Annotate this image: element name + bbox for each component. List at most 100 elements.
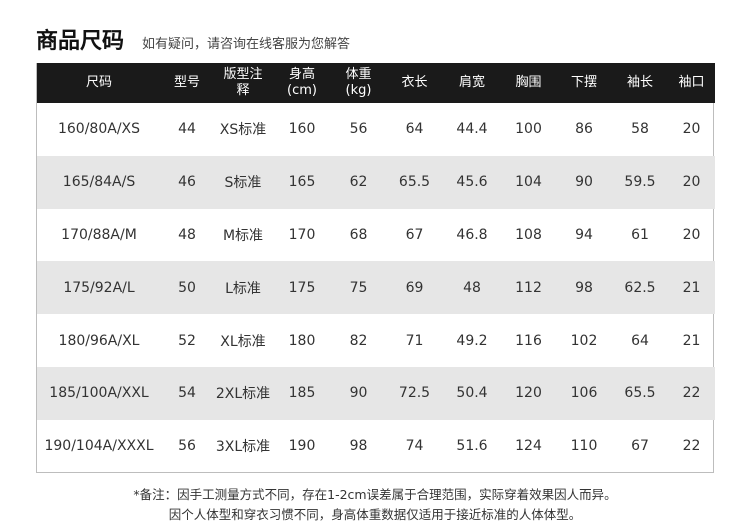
table-cell: 50 xyxy=(178,279,196,296)
table-cell: 69 xyxy=(405,279,424,296)
column-header-label: 尺码 xyxy=(85,75,112,90)
footnote-line-2: 因个人体型和穿衣习惯不同，身高体重数据仅适用于接近标准的人体体型。 xyxy=(168,507,582,522)
table-cell: 82 xyxy=(349,332,368,349)
table-cell: 22 xyxy=(682,385,701,402)
column-header-label-line2: 释 xyxy=(236,83,250,98)
table-cell: 94 xyxy=(575,226,593,243)
table-cell: 58 xyxy=(631,121,649,138)
footnote-line-1: *备注：因手工测量方式不同，存在1-2cm误差属于合理范围，实际穿着效果因人而异… xyxy=(133,487,617,502)
column-header-label-line2: (cm) xyxy=(287,83,317,98)
table-cell: 50.4 xyxy=(456,385,488,402)
table-cell: XL标准 xyxy=(220,333,266,350)
table-cell: S标准 xyxy=(224,175,262,192)
page-header: 商品尺码 如有疑问，请咨询在线客服为您解答 xyxy=(36,24,350,56)
table-cell: 46.8 xyxy=(456,226,488,243)
column-header-label: 版型注 xyxy=(223,67,263,82)
table-cell: 54 xyxy=(178,385,196,402)
table-row: 160/80A/XS 44 XS标准 160 56 64 44.4 100 86 58 20 xyxy=(37,103,715,156)
table-cell: 90 xyxy=(349,385,368,402)
column-header-label: 衣长 xyxy=(401,75,428,90)
table-cell: 124 xyxy=(515,438,542,455)
table-cell: 90 xyxy=(575,174,593,191)
column-header: 体重 (kg) xyxy=(331,63,386,103)
table-cell: 180 xyxy=(288,332,316,349)
column-header: 版型注释 xyxy=(213,63,273,103)
column-header: 袖长 xyxy=(612,63,668,103)
table-cell: 62 xyxy=(349,174,368,191)
table-cell: 190/104A/XXXL xyxy=(44,438,154,455)
table-cell: 68 xyxy=(349,226,368,243)
column-header-label: 体重 xyxy=(345,67,372,82)
table-cell: 86 xyxy=(575,121,593,138)
table-cell: 180/96A/XL xyxy=(58,332,140,349)
table-cell: 22 xyxy=(682,438,701,455)
table-cell: 100 xyxy=(515,121,542,138)
table-cell: 21 xyxy=(682,279,701,296)
table-cell: 44.4 xyxy=(456,121,488,138)
table-cell: 185/100A/XXL xyxy=(49,385,149,402)
table-cell: 56 xyxy=(178,438,196,455)
column-header: 袖口 xyxy=(668,63,715,103)
table-cell: 48 xyxy=(463,279,481,296)
table-cell: 49.2 xyxy=(456,332,488,349)
table-cell: 98 xyxy=(575,279,593,296)
table-row: 175/92A/L 50 L标准 175 75 69 48 112 98 62.5 21 xyxy=(37,261,715,315)
table-cell: 2XL标准 xyxy=(215,386,271,403)
table-cell: 106 xyxy=(570,385,598,402)
table-cell: 51.6 xyxy=(456,438,488,455)
table-cell: 61 xyxy=(631,226,649,243)
table-cell: 59.5 xyxy=(624,174,656,191)
column-header-label: 下摆 xyxy=(570,75,597,90)
table-cell: 75 xyxy=(349,279,368,296)
column-header: 衣长 xyxy=(386,63,443,103)
table-row: 170/88A/M 48 M标准 170 68 67 46.8 108 94 61 20 xyxy=(37,209,715,262)
table-cell: 74 xyxy=(405,438,424,455)
table-cell: 64 xyxy=(405,121,424,138)
column-header: 尺码 xyxy=(37,63,161,103)
column-header: 下摆 xyxy=(556,63,612,103)
table-cell: 175/92A/L xyxy=(63,279,135,296)
table-cell: 20 xyxy=(682,121,701,138)
table-cell: 20 xyxy=(682,226,701,243)
table-cell: XS标准 xyxy=(219,122,267,139)
table-cell: 71 xyxy=(405,332,424,349)
column-header-label: 胸围 xyxy=(515,75,542,90)
page-subtitle: 如有疑问，请咨询在线客服为您解答 xyxy=(142,37,351,52)
table-cell: 170 xyxy=(288,226,316,243)
table-cell: 46 xyxy=(178,174,196,191)
table-cell: 44 xyxy=(178,121,196,138)
table-cell: 65.5 xyxy=(624,385,656,402)
column-header-label-line2: (kg) xyxy=(345,83,372,98)
column-header: 胸围 xyxy=(501,63,556,103)
size-table-container: 尺码 型号 版型注释身高 (cm) 体重 (kg) 衣长 肩宽 胸围 下摆 袖长 袖口 160/80A… xyxy=(36,63,715,473)
table-cell: 48 xyxy=(178,226,196,243)
column-header: 身高 (cm) xyxy=(273,63,331,103)
table-header-row: 尺码 型号 版型注释身高 (cm) 体重 (kg) 衣长 肩宽 胸围 下摆 袖长 袖口 xyxy=(37,63,715,103)
table-cell: 104 xyxy=(515,174,542,191)
table-cell: 64 xyxy=(631,332,649,349)
table-cell: 170/88A/M xyxy=(61,226,137,243)
table-cell: 56 xyxy=(349,121,368,138)
table-cell: M标准 xyxy=(222,227,264,244)
table-cell: 110 xyxy=(570,438,598,455)
table-cell: 67 xyxy=(631,438,649,455)
table-cell: 120 xyxy=(515,385,542,402)
table-cell: 108 xyxy=(515,226,542,243)
table-cell: 165/84A/S xyxy=(62,174,136,191)
table-cell: 98 xyxy=(349,438,368,455)
table-cell: 102 xyxy=(570,332,598,349)
table-cell: 175 xyxy=(288,279,316,296)
table-cell: L标准 xyxy=(225,280,261,297)
column-header-label: 袖长 xyxy=(626,75,653,90)
table-cell: 65.5 xyxy=(398,174,431,191)
table-cell: 116 xyxy=(515,332,542,349)
table-cell: 72.5 xyxy=(398,385,431,402)
table-cell: 52 xyxy=(178,332,196,349)
table-cell: 185 xyxy=(288,385,316,402)
column-header: 型号 xyxy=(161,63,213,103)
table-cell: 160/80A/XS xyxy=(57,121,141,138)
column-header-label: 肩宽 xyxy=(458,75,485,90)
table-cell: 21 xyxy=(682,332,701,349)
table-row: 185/100A/XXL 54 2XL标准 185 90 72.5 50.4 120 106 65… xyxy=(37,366,715,420)
table-cell: 165 xyxy=(288,174,316,191)
